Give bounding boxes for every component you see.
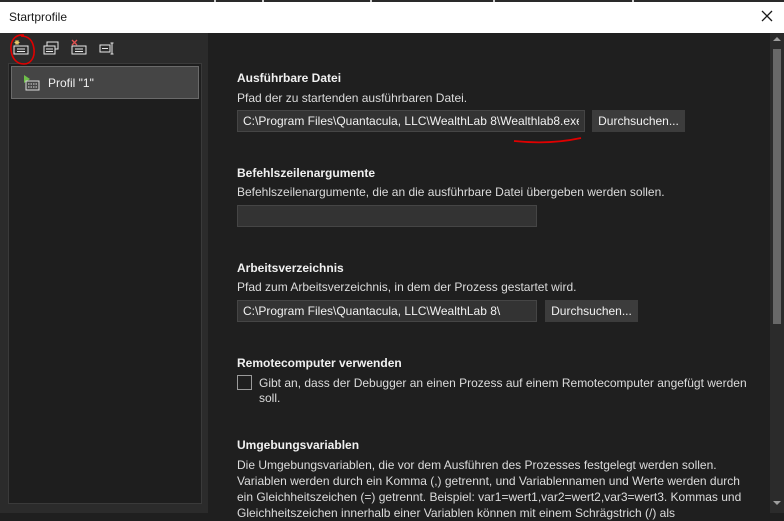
executable-title: Ausführbare Datei — [237, 71, 342, 85]
new-profile-icon — [13, 40, 29, 55]
arguments-description: Befehlszeilenargumente, die an die ausfü… — [237, 185, 665, 199]
profile-panel: Profil "1" — [0, 33, 208, 513]
window-title: Startprofile — [9, 10, 68, 24]
vertical-scrollbar[interactable] — [770, 33, 784, 513]
profile-list: Profil "1" — [8, 63, 202, 504]
working-dir-description: Pfad zum Arbeitsverzeichnis, in dem der … — [237, 280, 577, 294]
executable-browse-button[interactable]: Durchsuchen... — [592, 110, 685, 132]
arguments-title: Befehlszeilenargumente — [237, 166, 376, 180]
remote-checkbox[interactable] — [237, 375, 252, 390]
working-dir-browse-button[interactable]: Durchsuchen... — [545, 300, 638, 322]
close-icon[interactable] — [758, 7, 776, 25]
scroll-down-button[interactable] — [770, 499, 784, 511]
executable-description: Pfad der zu startenden ausführbaren Date… — [237, 91, 468, 105]
working-dir-title: Arbeitsverzeichnis — [237, 261, 344, 275]
duplicate-profile-icon — [43, 41, 59, 55]
scroll-thumb[interactable] — [773, 49, 781, 324]
profile-label: Profil "1" — [48, 76, 94, 90]
close-button[interactable] — [758, 7, 776, 25]
remote-checkbox-label: Gibt an, dass der Debugger an einen Proz… — [259, 376, 747, 405]
profile-item[interactable]: Profil "1" — [11, 66, 199, 99]
remote-title: Remotecomputer verwenden — [237, 356, 402, 370]
executable-input[interactable] — [237, 110, 585, 132]
delete-profile-button[interactable] — [68, 37, 90, 59]
title-bar: Startprofile — [0, 0, 784, 34]
launch-profile-icon — [22, 74, 40, 95]
new-profile-button[interactable] — [10, 37, 32, 59]
duplicate-profile-button[interactable] — [40, 37, 62, 59]
rename-profile-icon — [99, 42, 114, 55]
scroll-up-button[interactable] — [770, 35, 784, 47]
delete-profile-icon — [71, 39, 87, 55]
env-description: Die Umgebungsvariablen, die vor dem Ausf… — [237, 458, 742, 520]
settings-area: Ausführbare Datei Pfad der zu startenden… — [208, 33, 770, 520]
env-title: Umgebungsvariablen — [237, 438, 360, 452]
title-bar-edge — [0, 0, 784, 2]
chevron-up-icon — [773, 37, 781, 41]
rename-profile-button[interactable] — [96, 37, 118, 59]
arguments-input[interactable] — [237, 205, 537, 227]
chevron-down-icon — [773, 501, 781, 505]
working-dir-input[interactable] — [237, 300, 537, 322]
